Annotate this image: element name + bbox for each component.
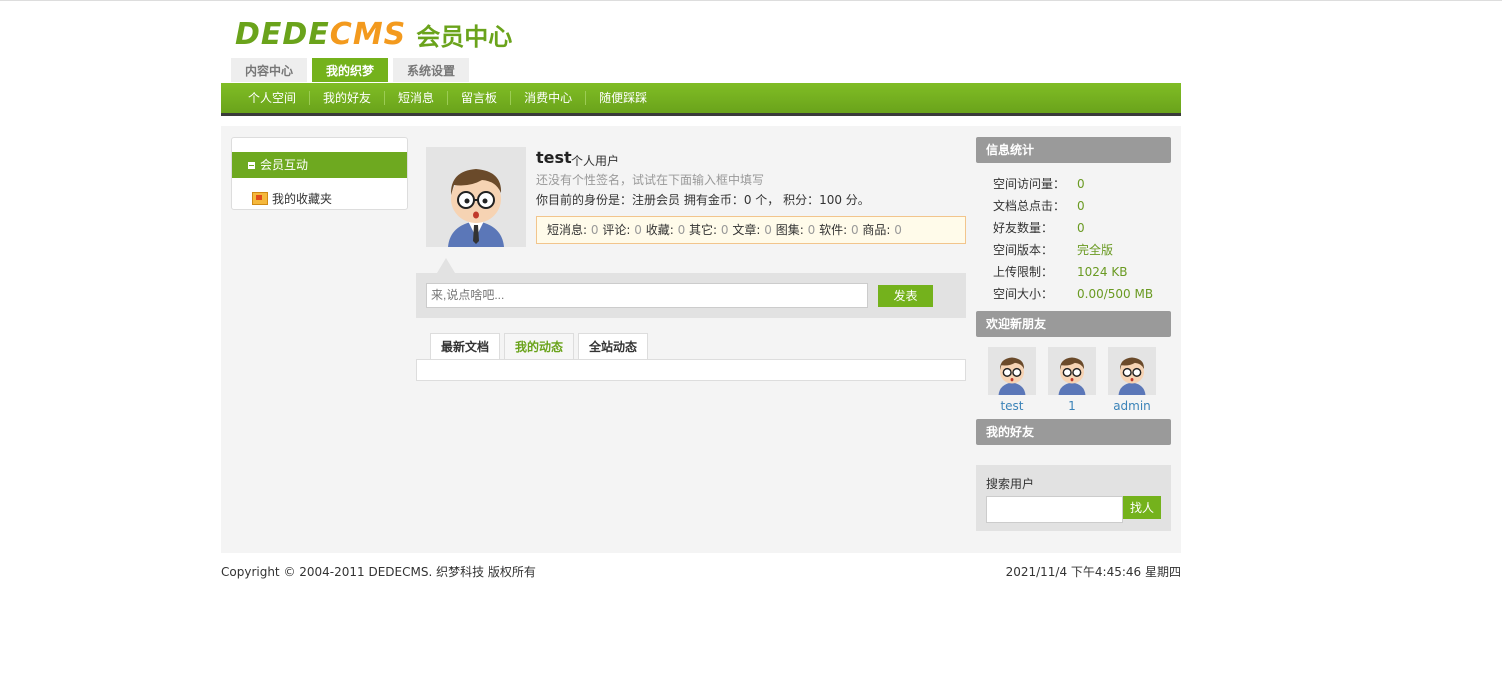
stat-val: 0 [1077,221,1085,235]
friend-avatar[interactable] [1048,347,1096,395]
friend-item[interactable]: 1 [1048,347,1096,413]
stat-row: 空间版本： 完全版 [993,239,1171,261]
top-border [0,0,1502,1]
content-panel [416,359,966,381]
avatar-cartoon-icon [988,347,1036,395]
friend-avatar[interactable] [1108,347,1156,395]
main-content: 会员互动 我的收藏夹 test 个人用户 还没有个性签名，试试在下面输入框中填写… [221,126,1181,553]
user-search: 搜索用户 找人 [976,465,1171,531]
find-user-button[interactable]: 找人 [1123,496,1161,519]
search-label: 搜索用户 [986,477,1035,491]
stat-row: 文档总点击： 0 [993,195,1171,217]
footer-copyright: Copyright © 2004-2011 DEDECMS. 织梦科技 版权所有 [221,565,536,579]
tab-my-dede[interactable]: 我的织梦 [312,58,389,82]
sidebar-item-favorites[interactable]: 我的收藏夹 [252,190,332,207]
stat-label: 软件: [819,223,848,237]
stat-val: 0 [1077,177,1085,191]
subnav-browse[interactable]: 随便踩踩 [586,91,660,105]
pointer-arrow [437,258,455,273]
friend-name[interactable]: admin [1108,399,1156,413]
subnav-guestbook[interactable]: 留言板 [448,91,512,105]
stat-row: 空间大小： 0.00/500 MB [993,283,1171,305]
info-stats-list: 空间访问量： 0 文档总点击： 0 好友数量： 0 空间版本： 完全版 上传限制： 102… [976,163,1171,311]
friend-name[interactable]: test [988,399,1036,413]
stat-value: 0 [894,223,902,237]
activity-stats: 短消息: 0 评论: 0 收藏: 0 其它: 0 文章: 0 图集: 0 软件:… [536,216,966,244]
tab-my-activity[interactable]: 我的动态 [504,333,575,359]
stat-key: 空间大小： [993,287,1054,301]
footer-datetime: 2021/11/4 下午4:45:46 星期四 [1005,565,1181,579]
logo-cms-text: CMS [329,16,407,52]
stat-row: 空间访问量： 0 [993,173,1171,195]
tab-site-activity[interactable]: 全站动态 [578,333,649,359]
sidebar-section-label: 会员互动 [260,158,309,172]
tab-latest-docs[interactable]: 最新文档 [430,333,501,359]
stat-val: 完全版 [1077,243,1114,257]
subnav-consumption-center[interactable]: 消费中心 [511,91,587,105]
post-input[interactable] [426,283,868,308]
stat-val: 1024 KB [1077,265,1128,279]
folder-icon [252,192,268,205]
stat-val: 0.00/500 MB [1077,287,1154,301]
stat-row: 上传限制： 1024 KB [993,261,1171,283]
publish-button[interactable]: 发表 [878,285,933,307]
logo-member-center-text: 会员中心 [416,22,513,51]
logo-dede-text: DEDE [235,16,330,52]
avatar[interactable] [426,147,526,247]
stat-key: 上传限制： [993,265,1054,279]
sub-navigation: 个人空间 我的好友 短消息 留言板 消费中心 随便踩踩 [221,83,1181,116]
stat-label: 其它: [689,223,718,237]
my-friends-title: 我的好友 [976,419,1171,445]
subnav-personal-space[interactable]: 个人空间 [221,91,311,105]
stat-label: 收藏: [645,223,674,237]
sidebar-section-member-interaction[interactable]: 会员互动 [232,152,407,178]
user-status-info: 你目前的身份是：注册会员 拥有金币：0 个， 积分：100 分。 [536,193,870,207]
stat-label: 文章: [732,223,761,237]
friend-item[interactable]: test [988,347,1036,413]
stat-value: 0 [764,223,772,237]
user-type: 个人用户 [571,154,620,168]
new-friends-title: 欢迎新朋友 [976,311,1171,337]
stat-key: 空间访问量： [993,177,1066,191]
stat-key: 空间版本： [993,243,1054,257]
main-tabs: 内容中心 我的织梦 系统设置 [231,58,474,82]
stat-label: 商品: [862,223,891,237]
username: test [536,148,572,167]
user-signature: 还没有个性签名，试试在下面输入框中填写 [536,173,765,187]
new-friends-list: test 1 admin [976,337,1171,419]
sidebar-item-label: 我的收藏夹 [272,192,333,206]
tab-system-settings[interactable]: 系统设置 [393,58,470,82]
stat-value: 0 [720,223,729,237]
info-stats-title: 信息统计 [976,137,1171,163]
collapse-icon[interactable] [248,162,255,169]
stat-label: 图集: [775,223,804,237]
friend-name[interactable]: 1 [1048,399,1096,413]
logo[interactable]: DEDE CMS 会员中心 [235,14,512,54]
stat-value: 0 [634,223,642,237]
avatar-cartoon-icon [1108,347,1156,395]
stat-value: 0 [807,223,816,237]
left-sidebar: 会员互动 我的收藏夹 [231,137,408,210]
content-tabs: 最新文档 我的动态 全站动态 [430,333,652,359]
stat-val: 0 [1077,199,1085,213]
right-sidebar: 信息统计 空间访问量： 0 文档总点击： 0 好友数量： 0 空间版本： 完全版 上传限… [976,137,1171,531]
tab-content-center[interactable]: 内容中心 [231,58,308,82]
friend-avatar[interactable] [988,347,1036,395]
avatar-cartoon-icon [426,147,526,247]
friend-item[interactable]: admin [1108,347,1156,413]
stat-key: 好友数量： [993,221,1054,235]
stat-value: 0 [677,223,686,237]
subnav-my-friends[interactable]: 我的好友 [310,91,386,105]
stat-label: 短消息: [547,223,588,237]
stat-row: 好友数量： 0 [993,217,1171,239]
stat-label: 评论: [602,223,631,237]
post-bar: 发表 [416,273,966,318]
avatar-cartoon-icon [1048,347,1096,395]
stat-key: 文档总点击： [993,199,1066,213]
search-input[interactable] [986,496,1123,523]
stat-value: 0 [850,223,859,237]
subnav-messages[interactable]: 短消息 [385,91,449,105]
stat-value: 0 [590,223,599,237]
